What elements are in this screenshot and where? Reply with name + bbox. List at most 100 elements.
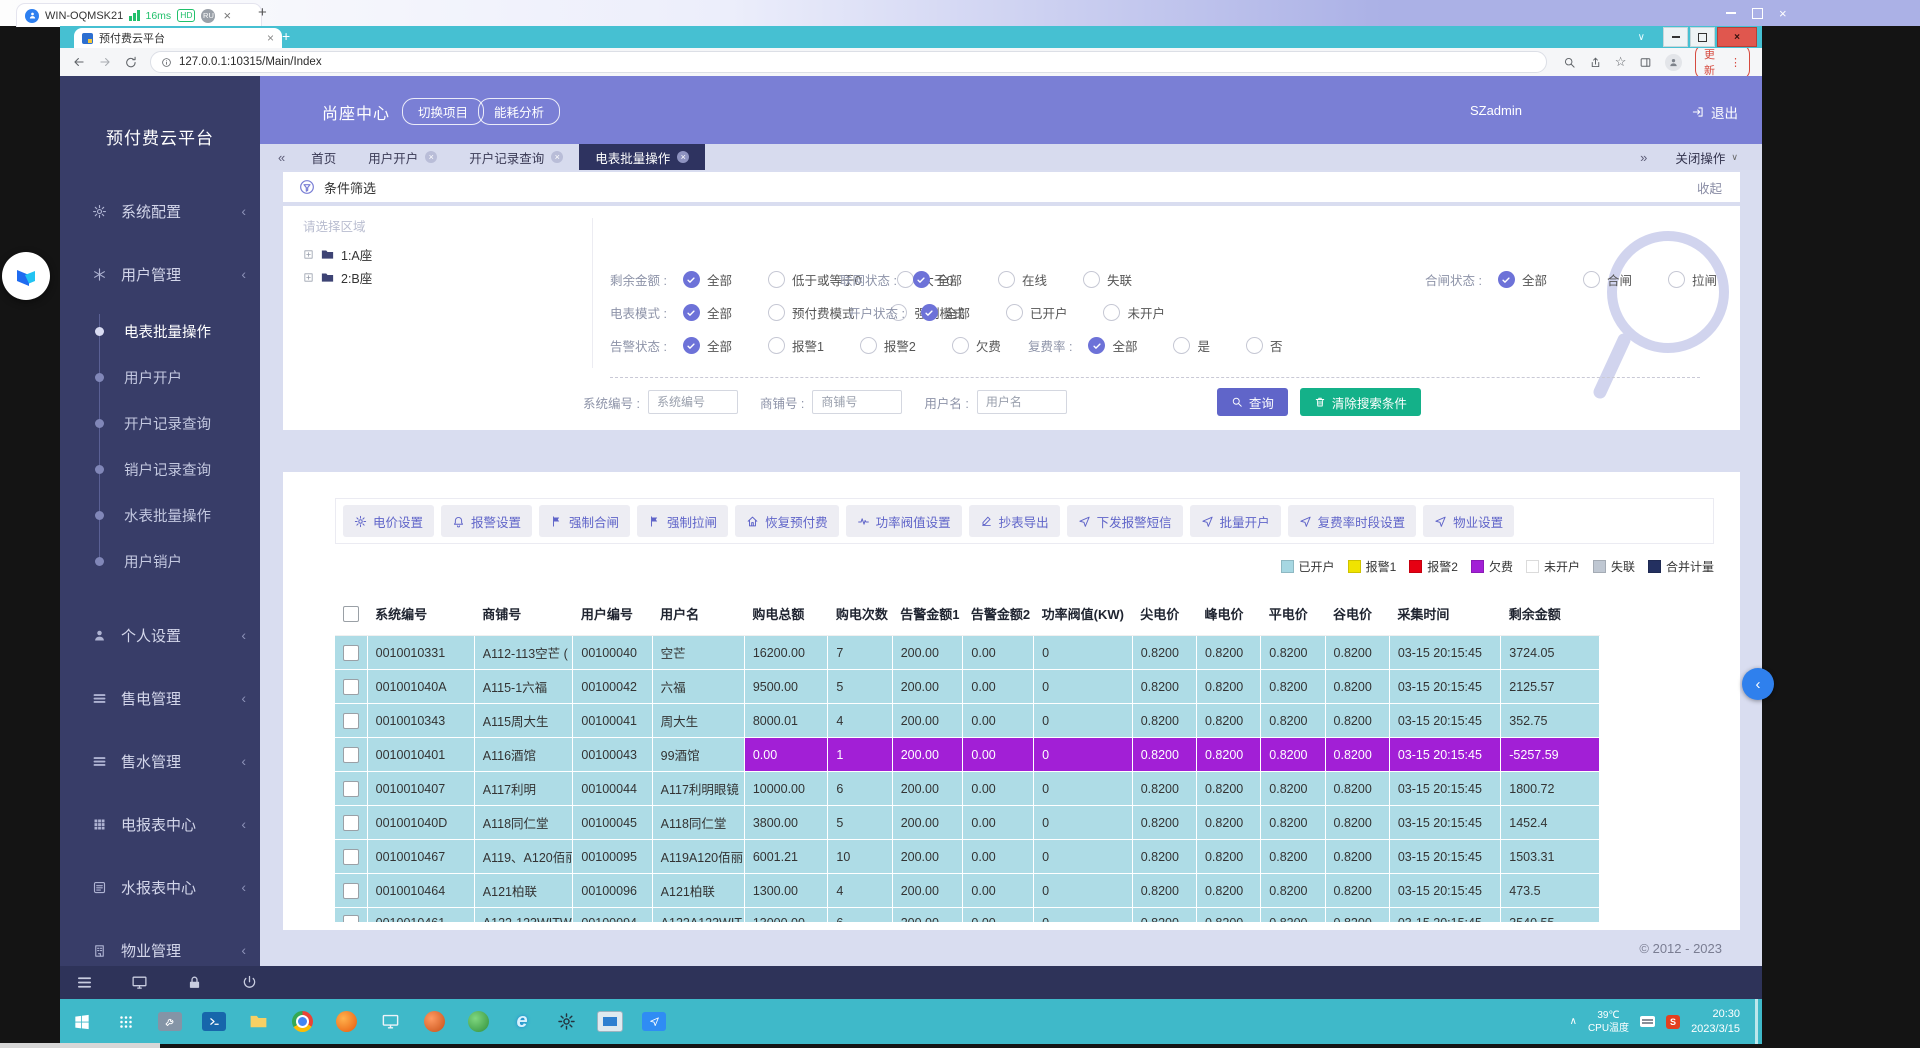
taskbar-task-view-icon[interactable] — [104, 999, 148, 1044]
column-header[interactable]: 商铺号 — [474, 592, 573, 636]
tray-expand-icon[interactable]: ∧ — [1570, 1016, 1577, 1027]
close-operations-dropdown[interactable]: 关闭操作∨ — [1675, 148, 1738, 167]
browser-tab[interactable]: 预付费云平台 × — [74, 28, 282, 48]
sidebar-subitem[interactable]: 用户开户 — [60, 354, 260, 400]
radio-unchecked-icon[interactable] — [768, 337, 785, 354]
radio-unchecked-icon[interactable] — [768, 304, 785, 321]
row-checkbox[interactable] — [343, 849, 359, 865]
column-header[interactable]: 告警金额2 — [963, 592, 1034, 636]
query-button[interactable]: 查询 — [1217, 388, 1288, 416]
radio-unchecked-icon[interactable] — [1583, 271, 1600, 288]
toolbar-button-物业设置[interactable]: 物业设置 — [1423, 505, 1514, 537]
row-checkbox[interactable] — [343, 645, 359, 661]
radio-checked-icon[interactable] — [921, 304, 938, 321]
column-header[interactable]: 尖电价 — [1132, 592, 1196, 636]
sidebar-subitem[interactable]: 水表批量操作 — [60, 492, 260, 538]
radio-option[interactable]: 全部 — [921, 303, 970, 322]
radio-option[interactable]: 在线 — [998, 270, 1047, 289]
sidebar-item-6[interactable]: 水报表中心‹ — [60, 867, 260, 907]
monitor-icon[interactable] — [131, 974, 148, 991]
radio-option[interactable]: 预付费模式 — [768, 303, 855, 322]
toolbar-button-电价设置[interactable]: 电价设置 — [343, 505, 434, 537]
window-close-button[interactable]: × — [1779, 7, 1787, 20]
column-header[interactable]: 功率阀值(KW) — [1034, 592, 1133, 636]
sidebar-item-3[interactable]: 售电管理‹ — [60, 678, 260, 718]
bookmark-star-icon[interactable]: ☆ — [1615, 54, 1627, 70]
browser-close-button[interactable]: × — [1717, 27, 1757, 47]
taskbar-clock[interactable]: 20:30 2023/3/15 — [1691, 1007, 1740, 1037]
remote-tool-floating-button[interactable] — [2, 252, 50, 300]
sidebar-item-2[interactable]: 个人设置‹ — [60, 615, 260, 655]
radio-unchecked-icon[interactable] — [1246, 337, 1263, 354]
tree-node[interactable]: 1:A座 — [303, 243, 573, 266]
taskbar-monitor2-icon[interactable] — [588, 999, 632, 1044]
radio-option[interactable]: 未开户 — [1103, 303, 1165, 322]
close-session-icon[interactable]: × — [223, 8, 231, 23]
browser-maximize-button[interactable] — [1690, 27, 1715, 47]
close-tab-icon[interactable]: × — [677, 151, 689, 163]
row-checkbox[interactable] — [343, 815, 359, 831]
用户名-input[interactable] — [977, 390, 1067, 414]
系统编号-input[interactable] — [648, 390, 738, 414]
browser-menu-icon[interactable]: ⋮ — [1730, 56, 1741, 69]
chevron-down-icon[interactable]: ∨ — [1638, 32, 1645, 43]
profile-avatar[interactable] — [1665, 54, 1682, 71]
toolbar-button-恢复预付费[interactable]: 恢复预付费 — [735, 505, 839, 537]
table-row[interactable]: 0010010331A112-113空芒 (00100040空芒16200.00… — [335, 636, 1600, 670]
row-checkbox[interactable] — [343, 781, 359, 797]
tabs-scroll-right-icon[interactable]: » — [1640, 150, 1647, 165]
zoom-icon[interactable] — [1563, 56, 1576, 69]
refresh-icon[interactable] — [124, 55, 138, 69]
logout-button[interactable]: 退出 — [1691, 102, 1738, 122]
tab-item[interactable]: 开户记录查询× — [453, 144, 579, 170]
table-row[interactable]: 0010010461A122-123WITW00100094A122A123WI… — [335, 908, 1600, 923]
lock-icon[interactable] — [186, 974, 203, 991]
sogou-input-icon[interactable]: S — [1666, 1015, 1680, 1029]
browser-minimize-button[interactable] — [1663, 27, 1688, 47]
energy-analysis-button[interactable]: 能耗分析 — [478, 98, 560, 125]
forward-icon[interactable] — [98, 55, 112, 69]
sidebar-subitem[interactable]: 用户销户 — [60, 538, 260, 584]
radio-option[interactable]: 欠费 — [952, 336, 1001, 355]
tab-item[interactable]: 电表批量操作× — [579, 144, 705, 170]
column-header[interactable]: 采集时间 — [1389, 592, 1500, 636]
column-header[interactable]: 用户名 — [652, 592, 744, 636]
radio-option[interactable]: 全部 — [683, 336, 732, 355]
select-all-checkbox[interactable] — [343, 606, 359, 622]
radio-unchecked-icon[interactable] — [952, 337, 969, 354]
sidebar-item-0[interactable]: 系统配置‹ — [60, 191, 260, 231]
row-checkbox[interactable] — [343, 883, 359, 899]
taskbar-start-icon[interactable] — [60, 999, 104, 1044]
info-icon[interactable] — [161, 57, 172, 68]
input-method-icon[interactable] — [1640, 1016, 1655, 1027]
table-row[interactable]: 0010010464A121柏联00100096A121柏联1300.00420… — [335, 874, 1600, 908]
expand-icon[interactable] — [303, 272, 314, 283]
row-checkbox[interactable] — [343, 713, 359, 729]
close-tab-icon[interactable]: × — [425, 151, 437, 163]
collapse-button[interactable]: 收起 — [1697, 178, 1722, 197]
sidebar-item-1[interactable]: 用户管理‹ — [60, 254, 260, 294]
clear-search-button[interactable]: 清除搜索条件 — [1300, 388, 1421, 416]
table-row[interactable]: 0010010407A117利明00100044A117利明眼镜10000.00… — [335, 772, 1600, 806]
table-row[interactable]: 0010010401A116酒馆0010004399酒馆0.001200.000… — [335, 738, 1600, 772]
table-row[interactable]: 0010010343A115周大生00100041周大生8000.014200.… — [335, 704, 1600, 738]
radio-option[interactable]: 全部 — [683, 303, 732, 322]
radio-checked-icon[interactable] — [913, 271, 930, 288]
window-minimize-button[interactable] — [1726, 12, 1736, 14]
radio-checked-icon[interactable] — [1498, 271, 1515, 288]
new-session-button[interactable]: + — [258, 4, 267, 21]
row-checkbox[interactable] — [343, 915, 359, 922]
radio-option[interactable]: 全部 — [683, 270, 732, 289]
share-icon[interactable] — [1589, 56, 1602, 69]
radio-option[interactable]: 是 — [1173, 336, 1210, 355]
toolbar-button-抄表导出[interactable]: 抄表导出 — [969, 505, 1060, 537]
taskbar-server-manager-icon[interactable] — [148, 999, 192, 1044]
side-panel-icon[interactable] — [1639, 56, 1652, 69]
taskbar-firefox-icon[interactable] — [324, 999, 368, 1044]
radio-unchecked-icon[interactable] — [1173, 337, 1190, 354]
sidebar-item-5[interactable]: 电报表中心‹ — [60, 804, 260, 844]
radio-option[interactable]: 失联 — [1083, 270, 1132, 289]
taskbar-app-orange-icon[interactable] — [412, 999, 456, 1044]
radio-option[interactable]: 全部 — [1498, 270, 1547, 289]
collapse-menu-icon[interactable] — [76, 974, 93, 991]
